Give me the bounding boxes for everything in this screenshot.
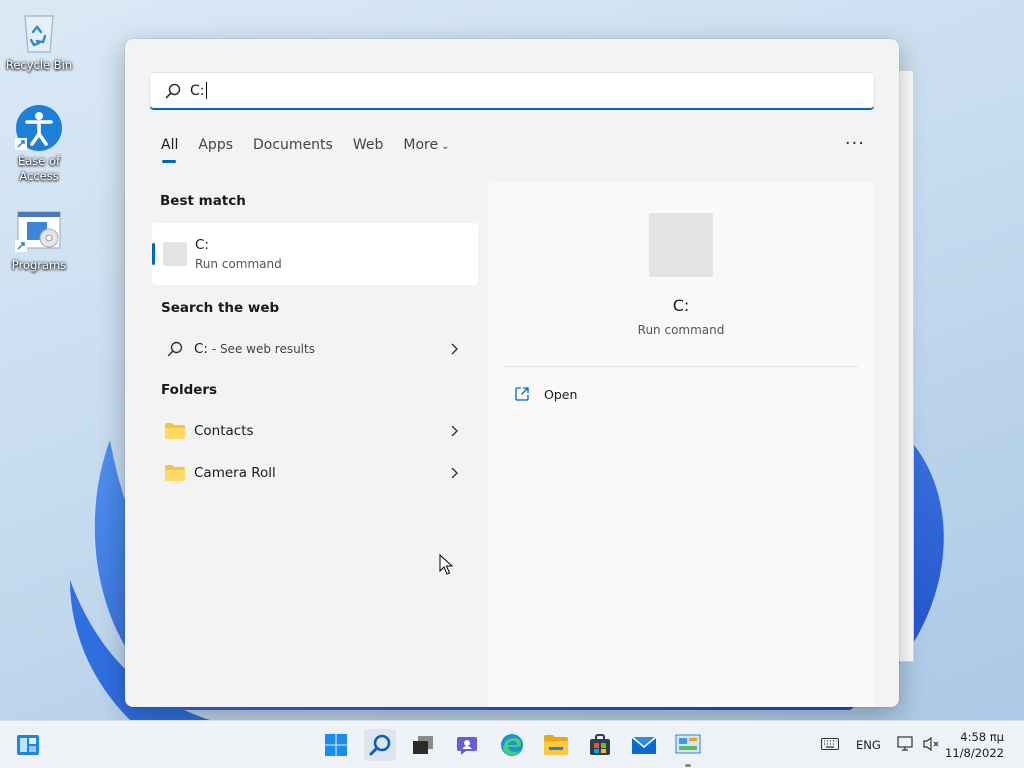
search-input[interactable]: C: bbox=[190, 81, 205, 101]
search-icon bbox=[369, 734, 391, 756]
clock[interactable]: 4:58 πμ 11/8/2022 bbox=[945, 729, 1004, 761]
accessibility-icon bbox=[15, 104, 63, 152]
store-button[interactable] bbox=[584, 729, 616, 761]
mail-icon bbox=[631, 736, 657, 754]
more-options-button[interactable]: ··· bbox=[845, 133, 865, 154]
tab-documents[interactable]: Documents bbox=[253, 137, 333, 163]
run-command-large-icon bbox=[649, 213, 713, 277]
tab-web[interactable]: Web bbox=[353, 137, 384, 163]
tab-apps[interactable]: Apps bbox=[198, 137, 233, 163]
tab-all[interactable]: All bbox=[161, 137, 178, 163]
search-icon bbox=[165, 83, 181, 98]
store-icon bbox=[590, 734, 610, 755]
file-explorer-icon bbox=[544, 735, 568, 755]
text-caret bbox=[205, 82, 207, 99]
preview-subtitle: Run command bbox=[637, 323, 725, 337]
start-button[interactable] bbox=[320, 729, 352, 761]
tab-more[interactable]: More ⌄ bbox=[403, 137, 449, 163]
desktop-icon-recycle-bin[interactable]: Recycle Bin bbox=[1, 8, 77, 73]
section-title-folders: Folders bbox=[161, 382, 218, 398]
chat-button[interactable] bbox=[451, 729, 483, 761]
language-indicator[interactable]: ENG bbox=[856, 738, 881, 752]
task-view-button[interactable] bbox=[407, 729, 439, 761]
search-icon bbox=[167, 341, 183, 357]
folder-item-contacts[interactable]: Contacts bbox=[152, 412, 478, 450]
clock-date: 11/8/2022 bbox=[945, 746, 1004, 760]
widgets-icon bbox=[17, 735, 39, 755]
web-suffix: - See web results bbox=[207, 342, 315, 356]
network-icon[interactable] bbox=[897, 736, 915, 752]
web-query: C: bbox=[194, 341, 208, 357]
selection-indicator bbox=[152, 243, 155, 265]
folder-label: Contacts bbox=[194, 423, 254, 439]
keyboard-icon[interactable] bbox=[821, 738, 839, 750]
control-panel-icon bbox=[675, 734, 701, 754]
desktop-icon-label: Ease of Access bbox=[17, 154, 61, 183]
section-title-search-web: Search the web bbox=[161, 300, 280, 316]
edge-icon bbox=[501, 734, 523, 756]
folder-icon bbox=[165, 465, 185, 481]
mouse-cursor bbox=[439, 554, 453, 575]
edge-button[interactable] bbox=[496, 729, 528, 761]
web-search-result[interactable]: C: - See web results bbox=[152, 330, 478, 368]
taskbar: ENG 4:58 πμ 11/8/2022 bbox=[0, 720, 1024, 768]
open-action[interactable]: Open bbox=[514, 386, 577, 402]
volume-muted-icon[interactable] bbox=[922, 736, 940, 752]
chat-icon bbox=[457, 737, 477, 755]
open-action-label: Open bbox=[544, 386, 578, 402]
recycle-bin-icon bbox=[15, 8, 63, 56]
run-command-icon bbox=[163, 242, 187, 266]
search-button[interactable] bbox=[364, 729, 396, 761]
desktop-icon-programs[interactable]: Programs bbox=[1, 208, 77, 273]
preview-pane: C: Run command Open bbox=[488, 182, 874, 707]
desktop-icon-label: Recycle Bin bbox=[5, 58, 73, 72]
chevron-right-icon bbox=[451, 343, 458, 355]
folder-item-camera-roll[interactable]: Camera Roll bbox=[152, 454, 478, 492]
control-panel-button[interactable] bbox=[672, 729, 704, 767]
best-match-title: C: bbox=[195, 237, 209, 253]
preview-title: C: bbox=[672, 296, 690, 315]
best-match-item[interactable]: C: Run command bbox=[152, 223, 478, 285]
search-panel: C: All Apps Documents Web More ⌄ ··· Best… bbox=[125, 39, 899, 707]
widgets-button[interactable] bbox=[12, 729, 44, 761]
desktop-icon-label: Programs bbox=[11, 258, 67, 272]
section-title-best-match: Best match bbox=[160, 193, 246, 209]
desktop-icon-ease-of-access[interactable]: Ease of Access bbox=[1, 104, 77, 184]
chevron-right-icon bbox=[451, 467, 458, 479]
filter-tabs: All Apps Documents Web More ⌄ bbox=[161, 137, 469, 163]
programs-icon bbox=[15, 208, 63, 256]
chevron-right-icon bbox=[451, 425, 458, 437]
file-explorer-button[interactable] bbox=[540, 729, 572, 761]
folder-icon bbox=[165, 423, 185, 439]
folder-label: Camera Roll bbox=[194, 465, 276, 481]
search-box[interactable]: C: bbox=[149, 72, 875, 110]
clock-time: 4:58 πμ bbox=[960, 730, 1004, 744]
mail-button[interactable] bbox=[628, 729, 660, 761]
task-view-icon bbox=[413, 736, 433, 754]
start-icon bbox=[325, 734, 347, 756]
chevron-down-icon: ⌄ bbox=[441, 141, 450, 152]
best-match-subtitle: Run command bbox=[195, 257, 282, 271]
divider bbox=[504, 366, 858, 367]
open-external-icon bbox=[515, 387, 529, 401]
